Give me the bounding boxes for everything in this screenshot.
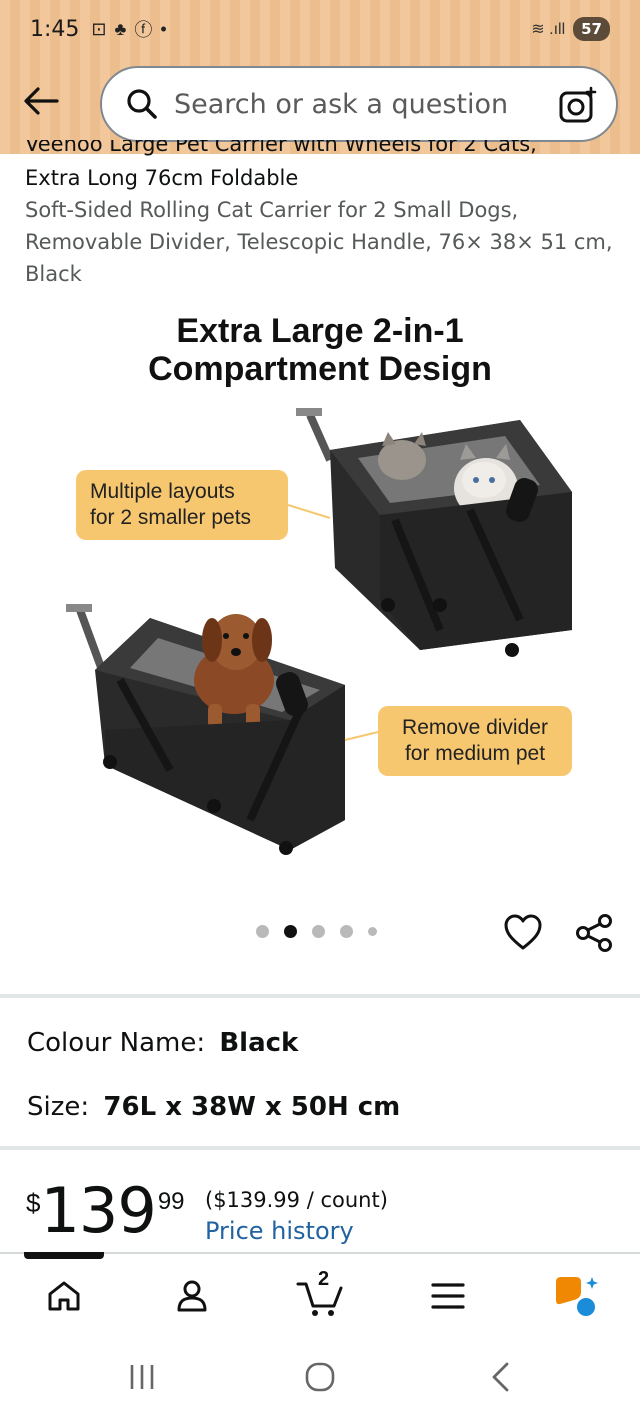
section-divider xyxy=(0,1146,640,1150)
facebook-icon: ⓕ xyxy=(134,20,153,40)
nav-menu[interactable] xyxy=(424,1270,472,1322)
price-history-link[interactable]: Price history xyxy=(205,1217,354,1245)
carousel-dot-active[interactable] xyxy=(284,925,297,938)
snapchat-icon: ♣ xyxy=(114,18,127,39)
chevron-left-icon xyxy=(492,1362,509,1392)
nav-rufus[interactable] xyxy=(552,1270,600,1322)
recent-apps-button[interactable] xyxy=(120,1352,164,1402)
search-bar[interactable] xyxy=(100,66,618,142)
system-back-button[interactable] xyxy=(478,1352,522,1402)
cart-count-badge: 2 xyxy=(318,1268,330,1290)
callout-remove-divider: Remove divider for medium pet xyxy=(378,706,572,776)
carrier-illustration xyxy=(66,408,572,855)
recent-apps-icon xyxy=(130,1365,154,1389)
product-image[interactable]: Extra Large 2-in-1 Compartment Design Mu… xyxy=(0,300,640,900)
arrow-left-icon xyxy=(24,87,59,115)
product-title-line2: Extra Long 76cm Foldable xyxy=(25,166,299,190)
colour-label: Colour Name: xyxy=(27,1028,206,1058)
carousel-dot[interactable] xyxy=(340,925,353,938)
colour-variant[interactable]: Colour Name: Black xyxy=(27,1028,298,1058)
share-icon xyxy=(576,914,612,952)
notification-icons: ⊡ ♣ ⓕ • xyxy=(91,16,166,42)
status-bar: 1:45 ⊡ ♣ ⓕ • ≋ .ıll 57 xyxy=(30,14,610,44)
product-title-rest: Soft-Sided Rolling Cat Carrier for 2 Sma… xyxy=(25,198,613,286)
image-carousel-dots[interactable] xyxy=(256,925,377,938)
app-header: 1:45 ⊡ ♣ ⓕ • ≋ .ıll 57 xyxy=(0,0,640,154)
account-icon xyxy=(177,1280,207,1312)
home-button[interactable] xyxy=(298,1352,342,1402)
dot-icon: • xyxy=(160,18,167,39)
camera-search-icon[interactable] xyxy=(558,85,598,125)
section-divider xyxy=(0,994,640,998)
system-nav-bar xyxy=(0,1352,640,1402)
colour-value: Black xyxy=(219,1028,299,1058)
price-fraction: 99 xyxy=(157,1188,185,1215)
price-currency: $ xyxy=(26,1188,41,1218)
menu-icon xyxy=(431,1283,465,1309)
nav-home[interactable] xyxy=(40,1270,88,1322)
price-whole: 139 xyxy=(40,1174,156,1247)
nav-account[interactable] xyxy=(168,1270,216,1322)
share-button[interactable] xyxy=(574,912,616,954)
bottom-nav-active-indicator xyxy=(24,1252,104,1259)
callout-multiple-layouts: Multiple layouts for 2 smaller pets xyxy=(76,470,288,540)
screenshot-icon: ⊡ xyxy=(91,18,107,39)
carrier-with-two-cats xyxy=(296,408,572,657)
product-title: Veenoo Large Pet Carrier with Wheels for… xyxy=(25,140,615,290)
heart-icon xyxy=(504,914,542,950)
status-time: 1:45 xyxy=(30,16,80,42)
size-value: 76L x 38W x 50H cm xyxy=(103,1092,401,1122)
price: $ 139 99 xyxy=(26,1178,185,1244)
home-circle-icon xyxy=(305,1362,335,1392)
search-input[interactable] xyxy=(174,88,534,120)
back-button[interactable] xyxy=(20,80,62,122)
rufus-icon xyxy=(556,1277,598,1316)
home-icon xyxy=(48,1281,80,1311)
product-title-line1: Veenoo Large Pet Carrier with Wheels for… xyxy=(25,140,537,156)
unit-price: ($139.99 / count) xyxy=(205,1188,388,1212)
search-icon xyxy=(124,86,160,122)
carousel-dot[interactable] xyxy=(256,925,269,938)
size-label: Size: xyxy=(27,1092,90,1122)
wishlist-button[interactable] xyxy=(502,912,544,954)
battery-indicator: 57 xyxy=(573,17,610,41)
size-variant[interactable]: Size: 76L x 38W x 50H cm xyxy=(27,1092,400,1122)
carrier-with-dog xyxy=(66,604,345,855)
carousel-dot[interactable] xyxy=(312,925,325,938)
wifi-signal-icon: ≋ .ıll xyxy=(531,21,566,38)
carousel-dot[interactable] xyxy=(368,927,377,936)
